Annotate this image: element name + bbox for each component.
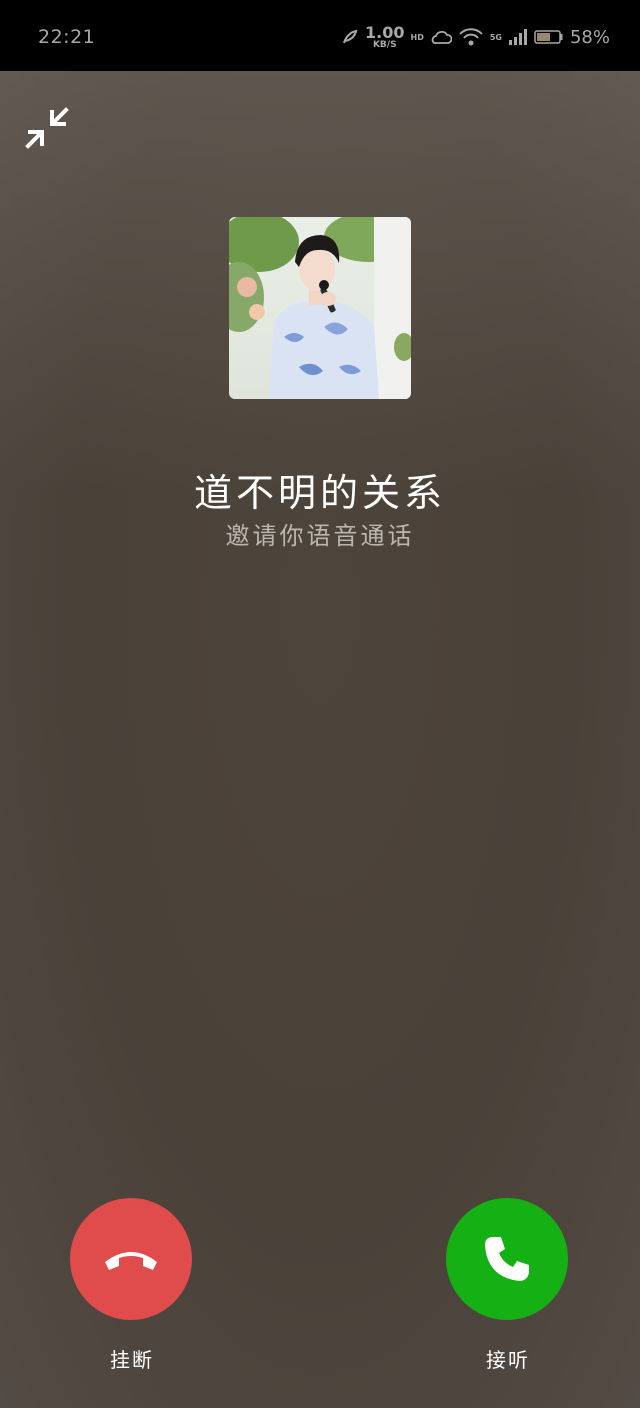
status-icons: 1.00 KB/S HD 5G 58%	[341, 22, 610, 52]
answer-label: 接听	[486, 1348, 530, 1372]
call-invite-text: 邀请你语音通话	[225, 522, 415, 550]
phone-hangup-icon	[105, 1252, 157, 1270]
status-bar: 22:21 1.00 KB/S HD 5G 58%	[0, 0, 640, 71]
net-speed-value: 1.00	[365, 22, 405, 42]
cloud-icon	[431, 30, 452, 44]
answer-control: 接听	[446, 1198, 570, 1373]
battery-icon	[534, 30, 563, 44]
status-time: 22:21	[38, 26, 96, 48]
hd-label: HD	[410, 32, 424, 42]
answer-button[interactable]	[446, 1198, 568, 1320]
wifi-icon	[459, 28, 483, 46]
battery-percent: 58%	[569, 26, 610, 48]
hangup-control: 挂断	[70, 1198, 194, 1373]
phone-icon	[485, 1237, 529, 1281]
network-type: 5G	[489, 32, 502, 42]
minimize-arrows-icon	[25, 107, 69, 149]
hangup-label: 挂断	[110, 1348, 154, 1372]
minimize-button[interactable]	[24, 106, 70, 150]
bluetooth-leaf-icon	[343, 29, 358, 44]
caller-avatar	[229, 217, 411, 399]
net-speed: 1.00 KB/S	[365, 22, 405, 50]
caller-avatar-image	[229, 217, 411, 399]
hangup-button[interactable]	[70, 1198, 192, 1320]
signal-icon	[508, 29, 527, 45]
caller-name: 道不明的关系	[193, 471, 446, 515]
net-speed-unit: KB/S	[372, 39, 397, 50]
